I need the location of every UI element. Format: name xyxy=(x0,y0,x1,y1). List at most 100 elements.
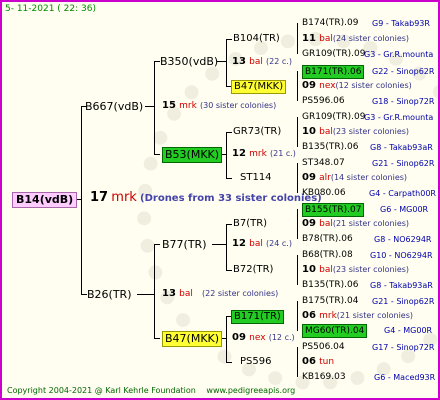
gen1-1-count: (30 sister colonies) xyxy=(199,101,277,110)
gen4-queen-13[interactable]: B175(TR).04 xyxy=(302,295,358,307)
gen3-queen-5[interactable]: B7(TR) xyxy=(233,218,267,230)
gen4-queen-8[interactable]: KB080.06 xyxy=(302,187,346,199)
connector-g1a-v xyxy=(154,61,155,154)
connector-g3d xyxy=(226,178,232,179)
gen2-3-number: 12 xyxy=(232,238,246,249)
connector-g2d-v xyxy=(226,316,227,362)
gen4-queen-15[interactable]: PS506.04 xyxy=(302,341,345,353)
gen3-4-number: 09 xyxy=(302,172,316,183)
connector-g3h xyxy=(226,362,232,363)
gen4-ref-10: G8 - NO6294R xyxy=(374,235,432,244)
gen3-6-number: 10 xyxy=(302,264,316,275)
gen3-2-mark: nex xyxy=(319,81,336,91)
gen1-queen-1[interactable]: B667(vdB) xyxy=(85,100,143,114)
gen4-queen-6[interactable]: B135(TR).06 xyxy=(302,141,358,153)
gen4-ref-15: G17 - Sinop72R xyxy=(372,343,435,352)
gen1-2-number: 13 xyxy=(162,288,176,299)
gen3-6-mark: bal xyxy=(319,265,333,275)
gen4-ref-3: G22 - Sinop62R xyxy=(372,67,435,76)
connector-g3f-v xyxy=(297,255,298,285)
site-link[interactable]: www.pedigreeapis.org xyxy=(206,386,295,395)
gen3-3-mark: bal xyxy=(319,127,333,137)
gen3-queen-6[interactable]: B72(TR) xyxy=(233,264,273,276)
gen4-ref-13: G21 - Sinop62R xyxy=(372,297,435,306)
gen2-queen-4[interactable]: B47(MKK) xyxy=(162,331,223,347)
root-queen[interactable]: B14(vdB) xyxy=(12,192,78,208)
gen2-2-number: 12 xyxy=(232,148,246,159)
connector-g2c-v xyxy=(226,224,227,270)
gen4-queen-9[interactable]: B155(TR).07 xyxy=(302,203,365,217)
gen3-mating-5: 09 bal(21 sister colonies) xyxy=(302,218,409,230)
pedigree-frame: 5- 11-2021 ( 22: 36) B14(vdB) 17 mrk (Dr… xyxy=(0,0,440,400)
gen3-queen-7[interactable]: B171(TR) xyxy=(231,310,284,324)
gen3-1-mark: bal xyxy=(319,34,333,44)
gen3-queen-4[interactable]: ST114 xyxy=(240,172,272,184)
connector-root xyxy=(81,106,82,295)
gen4-queen-11[interactable]: B68(TR).08 xyxy=(302,249,353,261)
gen3-7-mark: mrk xyxy=(319,311,337,321)
date-header: 5- 11-2021 ( 22: 36) xyxy=(5,4,96,14)
gen3-mating-4: 09 alr(14 sister colonies) xyxy=(302,172,407,184)
gen3-7-number: 06 xyxy=(302,310,316,321)
connector-g3e-v xyxy=(297,209,298,239)
gen2-3-count: (24 c.) xyxy=(266,239,292,248)
gen3-8-mark: tun xyxy=(319,357,335,367)
gen2-queen-1[interactable]: B350(vdB) xyxy=(160,55,218,69)
gen4-ref-1: G9 - Takab93R xyxy=(372,19,430,28)
connector-g2c-h xyxy=(212,244,227,245)
gen4-ref-7: G21 - Sinop62R xyxy=(372,159,435,168)
gen1-1-mark: mrk xyxy=(179,101,197,111)
connector-g2a-h xyxy=(217,61,227,62)
connector-g3b-v xyxy=(297,71,298,101)
gen3-queen-3[interactable]: GR73(TR) xyxy=(233,126,281,138)
connector-g1b-h xyxy=(137,294,155,295)
connector-g3f xyxy=(226,270,232,271)
gen4-queen-4[interactable]: PS596.06 xyxy=(302,95,345,107)
gen4-ref-14: G4 - MG00R xyxy=(384,326,433,335)
root-mating: 17 mrk (Drones from 33 sister colonies) xyxy=(90,191,322,205)
gen3-queen-1[interactable]: B104(TR) xyxy=(233,33,280,45)
gen4-queen-2[interactable]: GR109(TR).09 xyxy=(302,48,366,60)
gen4-queen-12[interactable]: B135(TR).06 xyxy=(302,279,358,291)
gen4-ref-6: G8 - Takab93aR xyxy=(370,143,433,152)
gen3-5-number: 09 xyxy=(302,218,316,229)
gen2-1-count: (22 c.) xyxy=(266,57,292,66)
gen4-ref-4: G18 - Sinop72R xyxy=(372,97,435,106)
gen4-queen-5[interactable]: GR109(TR).09 xyxy=(302,111,366,123)
connector-g3g-v xyxy=(297,301,298,331)
gen2-2-mark: mrk xyxy=(249,149,267,159)
gen3-5-mark: bal xyxy=(319,219,333,229)
gen2-4-mark: nex xyxy=(249,333,266,343)
gen4-ref-16: G6 - Maced93R xyxy=(374,373,436,382)
gen2-queen-3[interactable]: B77(TR) xyxy=(162,238,207,252)
gen4-ref-9: G6 - MG00R xyxy=(380,205,429,214)
gen4-queen-10[interactable]: B78(TR).06 xyxy=(302,233,353,245)
connector-g1b-v xyxy=(154,244,155,338)
gen3-8-number: 06 xyxy=(302,356,316,367)
gen4-queen-1[interactable]: B174(TR).09 xyxy=(302,17,358,29)
gen4-ref-2: G3 - Gr.R.mounta xyxy=(364,50,434,59)
gen4-queen-7[interactable]: ST348.07 xyxy=(302,157,345,169)
connector-g2c xyxy=(154,244,160,245)
gen2-queen-2[interactable]: B53(MKK) xyxy=(162,147,223,163)
gen4-ref-11: G10 - NO6294R xyxy=(370,251,433,260)
gen1-queen-2[interactable]: B26(TR) xyxy=(87,288,132,302)
gen3-1-count: (24 sister colonies) xyxy=(332,34,410,43)
gen3-queen-8[interactable]: PS596 xyxy=(240,356,271,368)
gen2-mating-2: 12 mrk (21 c.) xyxy=(232,148,296,160)
connector-g3e xyxy=(226,224,232,225)
gen3-6-count: (23 sister colonies) xyxy=(332,265,410,274)
gen4-queen-14[interactable]: MG60(TR).04 xyxy=(302,324,368,338)
gen1-mating-2: 13 bal (22 sister colonies) xyxy=(162,288,278,300)
gen2-mating-1: 13 bal (22 c.) xyxy=(232,56,292,68)
connector-g1a-h xyxy=(145,106,155,107)
connector-g2d xyxy=(154,338,160,339)
gen3-queen-2[interactable]: B47(MKK) xyxy=(231,80,287,94)
gen1-1-number: 15 xyxy=(162,100,176,111)
gen3-1-number: 11 xyxy=(302,33,316,44)
gen4-queen-16[interactable]: KB169.03 xyxy=(302,371,346,383)
gen2-2-count: (21 c.) xyxy=(269,149,296,158)
gen2-4-count: (12 c.) xyxy=(268,333,295,342)
gen3-3-count: (23 sister colonies) xyxy=(332,127,410,136)
gen4-queen-3[interactable]: B171(TR).06 xyxy=(302,65,365,79)
